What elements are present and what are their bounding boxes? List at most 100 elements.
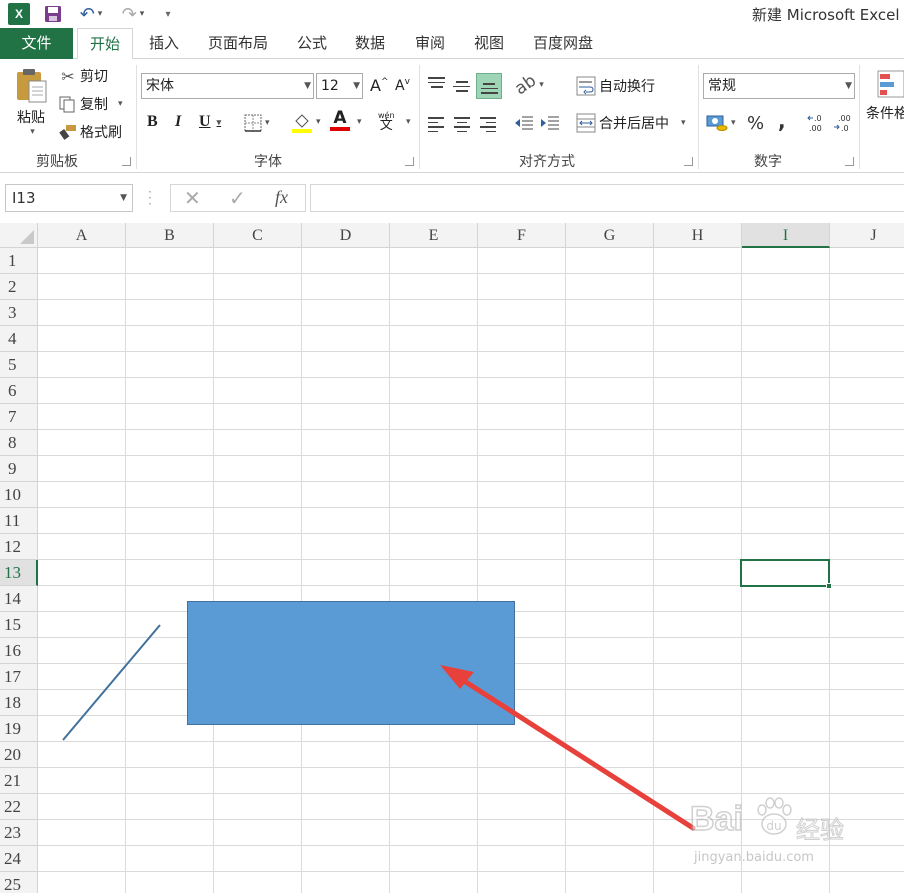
font-color-button[interactable]: A (330, 109, 350, 131)
decrease-indent-button[interactable] (514, 115, 534, 131)
align-bottom-button[interactable] (476, 73, 502, 99)
copy-button[interactable]: 复制 ▾ (58, 94, 123, 114)
phonetic-dropdown-icon[interactable]: ▾ (406, 117, 411, 127)
excel-logo-text: X (14, 7, 23, 21)
font-launcher-icon[interactable] (405, 157, 414, 166)
align-top-button[interactable] (428, 77, 445, 88)
clipboard-launcher-icon[interactable] (122, 157, 131, 166)
font-color-dropdown-icon[interactable]: ▾ (357, 117, 362, 127)
italic-button[interactable]: I (175, 113, 181, 131)
align-right-button[interactable] (480, 117, 496, 132)
shrink-font-button[interactable]: Av (395, 77, 410, 94)
align-center-button[interactable] (454, 117, 470, 132)
conditional-format-icon (877, 70, 904, 98)
copy-icon (59, 96, 75, 113)
redo-icon[interactable]: ↷ ▾ (118, 3, 148, 25)
align-middle-icon (453, 81, 470, 92)
fill-color-button[interactable]: ▾ (291, 111, 321, 133)
align-left-button[interactable] (428, 117, 444, 132)
tab-insert[interactable]: 插入 (140, 28, 188, 59)
align-center-icon (454, 117, 470, 132)
font-name-select[interactable]: 宋体 ▼ (141, 73, 314, 99)
accounting-format-button[interactable]: ▾ (706, 114, 736, 132)
tab-data[interactable]: 数据 (346, 28, 394, 59)
format-painter-button[interactable]: 格式刷 (58, 122, 122, 142)
fill-color-icon (292, 114, 312, 133)
number-format-select[interactable]: 常规 ▼ (703, 73, 855, 99)
group-label-clipboard: 剪贴板 (36, 154, 78, 170)
copy-dropdown-icon[interactable]: ▾ (118, 99, 123, 109)
undo-icon[interactable]: ↶ ▾ (76, 3, 106, 25)
tab-review[interactable]: 审阅 (406, 28, 454, 59)
comma-button[interactable]: , (778, 109, 786, 133)
conditional-format-button[interactable]: 条件格 (866, 69, 904, 123)
text-orientation-icon: ab (511, 70, 541, 100)
ribbon-tabs: 文件 开始 插入 页面布局 公式 数据 审阅 视图 百度网盘 (0, 28, 904, 60)
formula-input[interactable] (310, 184, 904, 212)
font-color-swatch (330, 127, 350, 131)
paste-label: 粘贴 (17, 110, 45, 126)
paste-dropdown-icon[interactable]: ▾ (30, 127, 35, 137)
wrap-text-label: 自动换行 (599, 79, 655, 95)
tab-formulas[interactable]: 公式 (288, 28, 336, 59)
enter-checkmark-icon[interactable]: ✓ (229, 186, 246, 210)
caret-up-icon: ^ (380, 76, 389, 87)
tab-home[interactable]: 开始 (77, 28, 133, 60)
insert-function-button[interactable]: fx (275, 187, 288, 208)
underline-label: U (199, 113, 211, 130)
active-cell-selection[interactable] (740, 559, 832, 589)
format-painter-label: 格式刷 (80, 125, 122, 141)
name-box[interactable]: I13 ▼ (5, 184, 133, 212)
align-middle-button[interactable] (453, 81, 470, 92)
percent-button[interactable]: % (747, 113, 764, 134)
decrease-decimal-button[interactable]: .00.0 (832, 112, 854, 134)
fill-handle[interactable] (826, 583, 832, 589)
alignment-launcher-icon[interactable] (684, 157, 693, 166)
phonetic-label: 文 (379, 118, 393, 133)
customize-toolbar-icon[interactable]: ▾ (160, 3, 176, 25)
bold-button[interactable]: B (147, 113, 158, 131)
merge-center-icon (576, 113, 596, 133)
scissors-icon: ✂ (61, 66, 75, 86)
chevron-down-icon: ▼ (304, 81, 311, 91)
wrap-text-button[interactable]: 自动换行 (576, 76, 655, 96)
merge-center-button[interactable]: 合并后居中 ▾ (576, 113, 686, 133)
merge-center-label: 合并后居中 (599, 116, 669, 132)
font-size-value: 12 (321, 78, 339, 94)
font-size-select[interactable]: 12 ▼ (316, 73, 363, 99)
watermark-brand: Bai (689, 799, 743, 839)
tab-file[interactable]: 文件 (0, 28, 73, 59)
phonetic-button[interactable]: wén 文 (378, 111, 395, 133)
decrease-indent-icon (515, 116, 533, 130)
number-launcher-icon[interactable] (845, 157, 854, 166)
underline-button[interactable]: U ▾ (199, 113, 221, 131)
cut-button[interactable]: ✂ 剪切 (58, 66, 108, 86)
wrap-text-icon (576, 76, 596, 96)
svg-text:.0: .0 (814, 114, 822, 123)
increase-indent-button[interactable] (540, 115, 560, 131)
formula-bar: I13 ▼ · · · ✕ ✓ fx (0, 173, 904, 223)
line-shape[interactable] (62, 624, 161, 741)
increase-decimal-button[interactable]: .0.00 (806, 112, 828, 134)
paste-icon (17, 69, 47, 103)
window-title: 新建 Microsoft Excel (752, 6, 900, 24)
save-icon[interactable] (42, 3, 64, 25)
group-label-alignment: 对齐方式 (519, 154, 575, 170)
tab-page-layout[interactable]: 页面布局 (198, 28, 278, 59)
watermark-product: 经验 (796, 816, 845, 845)
svg-text:.0: .0 (841, 124, 849, 133)
formula-bar-grip-icon[interactable]: · · · (148, 186, 152, 210)
cancel-icon[interactable]: ✕ (184, 186, 201, 210)
increase-indent-icon (541, 116, 559, 130)
group-separator (698, 65, 699, 169)
grow-font-button[interactable]: A ^ (370, 76, 389, 95)
tab-view[interactable]: 视图 (465, 28, 513, 59)
accounting-icon (706, 115, 728, 131)
borders-button[interactable]: ▾ (244, 114, 270, 132)
watermark-url: jingyan.baidu.com (694, 850, 814, 865)
paste-button[interactable]: 粘贴 ▾ (12, 67, 50, 137)
orientation-button[interactable]: ab ▾ (511, 71, 544, 100)
font-name-value: 宋体 (146, 78, 174, 94)
font-color-icon: A (333, 108, 347, 128)
tab-baidu-netdisk[interactable]: 百度网盘 (524, 28, 602, 59)
